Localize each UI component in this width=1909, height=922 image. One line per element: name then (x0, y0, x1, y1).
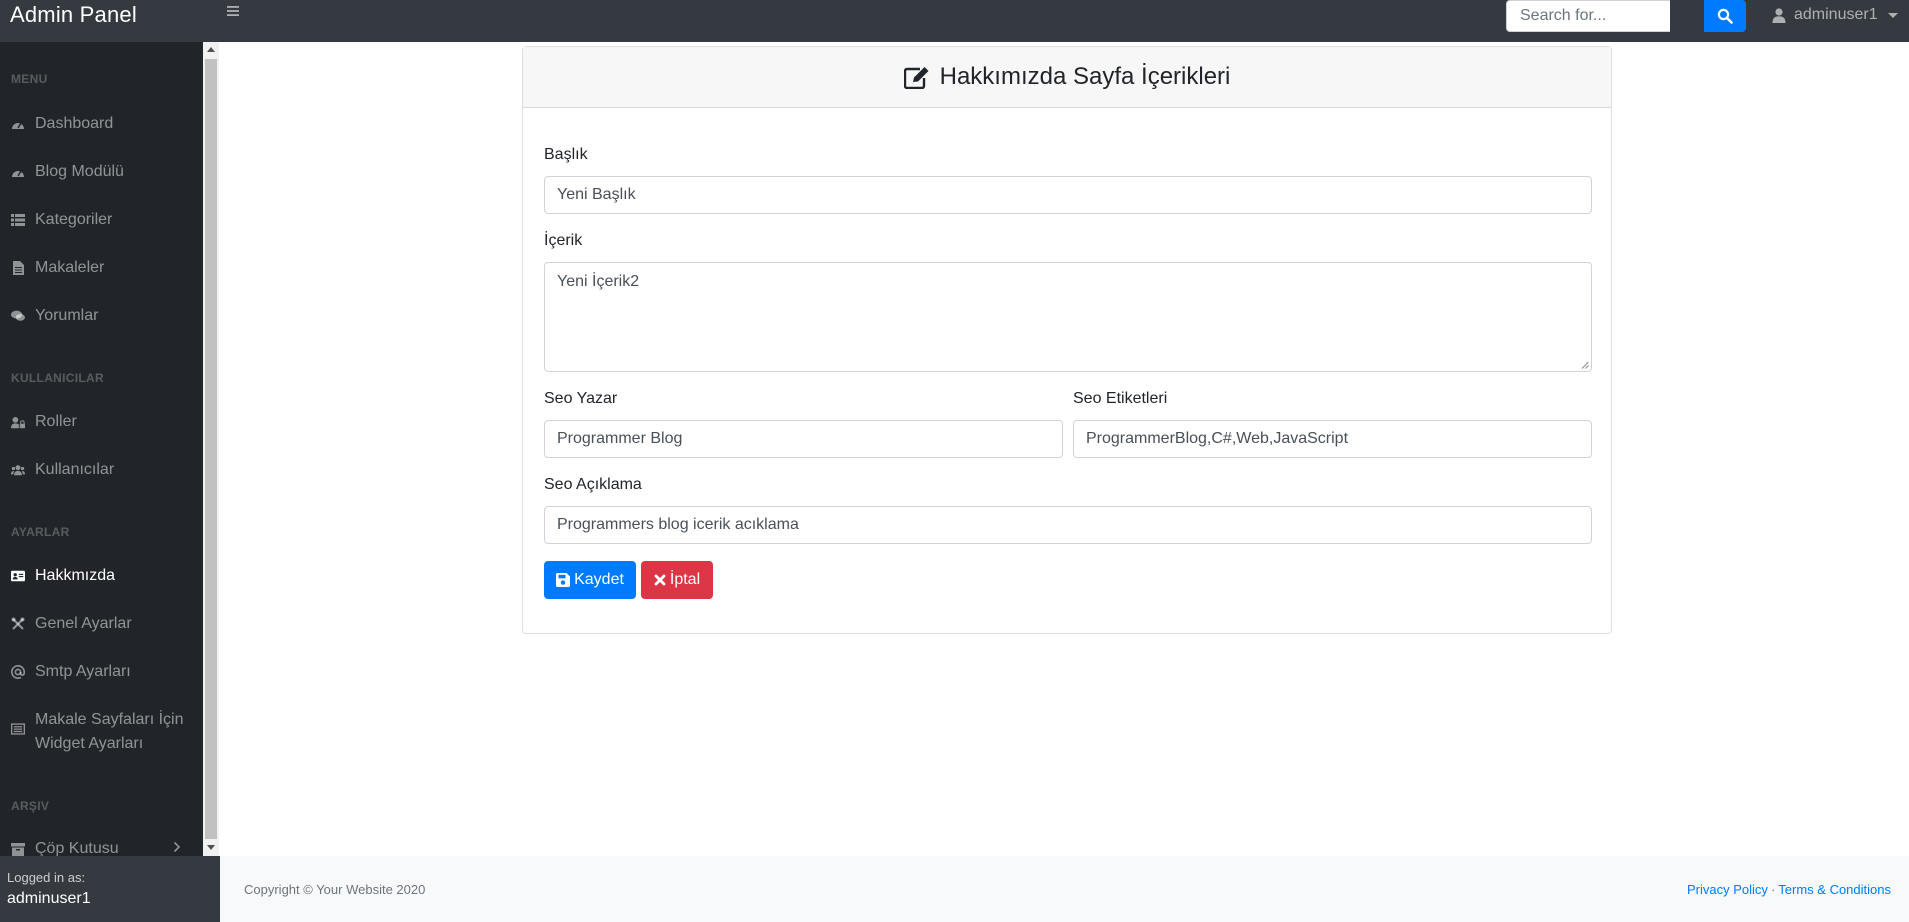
sidebar-item-roller[interactable]: Roller (11, 413, 191, 431)
sidebar-item-label: Kategoriler (35, 211, 113, 228)
user-lock-icon (11, 415, 25, 429)
close-icon (654, 574, 666, 586)
logged-in-username: adminuser1 (7, 890, 91, 907)
sidebar-heading-menu: MENU (11, 72, 48, 86)
sidebar-item-label: Dashboard (35, 115, 114, 132)
user-dropdown[interactable]: adminuser1 (1772, 0, 1898, 30)
baslik-label: Başlık (544, 146, 588, 163)
search-input[interactable] (1506, 0, 1670, 32)
seo-etiketleri-label: Seo Etiketleri (1073, 390, 1168, 407)
icerik-textarea[interactable]: Yeni İçerik2 (544, 262, 1592, 372)
sidebar-item-kategoriler[interactable]: Kategoriler (11, 211, 191, 229)
sidebar-item-label: Makale Sayfaları İçin Widget Ayarları (35, 708, 184, 756)
sidebar-item-yorumlar[interactable]: Yorumlar (11, 307, 191, 325)
icerik-label: İçerik (544, 232, 583, 249)
scrollbar-thumb[interactable] (205, 59, 217, 839)
sidebar-item-makaleler[interactable]: Makaleler (11, 259, 191, 277)
save-button[interactable]: Kaydet (544, 561, 636, 599)
sidebar-item-smtp-ayarlari[interactable]: Smtp Ayarları (11, 663, 191, 681)
scroll-up-icon[interactable] (207, 47, 215, 52)
baslik-input[interactable]: Yeni Başlık (544, 176, 1592, 214)
sidebar: MENU Dashboard Blog Modülü Kategoriler M… (0, 42, 203, 856)
tachometer-icon (11, 117, 25, 131)
users-icon (11, 463, 25, 477)
footer-links: Privacy Policy · Terms & Conditions (1687, 882, 1891, 897)
sidebar-item-label: Hakkmızda (35, 567, 116, 584)
chevron-down-icon (1887, 12, 1898, 18)
id-card-icon (11, 569, 25, 583)
cancel-button-label: İptal (669, 571, 701, 588)
chevron-right-icon (173, 840, 181, 856)
scroll-down-icon[interactable] (207, 845, 215, 850)
icerik-textarea-value: Yeni İçerik2 (557, 273, 640, 290)
file-icon (11, 261, 25, 275)
privacy-policy-link[interactable]: Privacy Policy (1687, 882, 1768, 897)
save-button-label: Kaydet (574, 571, 624, 588)
sidebar-item-label: Smtp Ayarları (35, 663, 131, 680)
sidebar-item-label-line2: Widget Ayarları (35, 735, 144, 752)
search-button[interactable] (1704, 0, 1746, 32)
seo-etiketleri-input-value: ProgrammerBlog,C#,Web,JavaScript (1086, 430, 1349, 447)
sidebar-item-label: Makaleler (35, 259, 105, 276)
seo-yazar-input[interactable]: Programmer Blog (544, 420, 1063, 458)
save-icon (556, 573, 571, 587)
seo-etiketleri-input[interactable]: ProgrammerBlog,C#,Web,JavaScript (1073, 420, 1592, 458)
sidebar-item-blog-modulu[interactable]: Blog Modülü (11, 163, 191, 181)
footer-separator: · (1770, 882, 1776, 897)
resize-handle-icon[interactable] (1581, 361, 1589, 369)
terms-conditions-link[interactable]: Terms & Conditions (1778, 882, 1891, 897)
cancel-button[interactable]: İptal (641, 561, 713, 599)
sidebar-scrollbar[interactable] (203, 42, 219, 856)
seo-yazar-label: Seo Yazar (544, 390, 618, 407)
sidebar-item-label: Yorumlar (35, 307, 99, 324)
sidebar-item-cop-kutusu[interactable]: Çöp Kutusu (11, 840, 191, 856)
seo-yazar-input-value: Programmer Blog (557, 430, 683, 447)
about-content-card: Hakkımızda Sayfa İçerikleri Başlık Yeni … (522, 46, 1612, 634)
brand-title[interactable]: Admin Panel (10, 0, 137, 30)
sidebar-item-label: Blog Modülü (35, 163, 124, 180)
seo-aciklama-input[interactable]: Programmers blog icerik acıklama (544, 506, 1592, 544)
username-label: adminuser1 (1794, 6, 1878, 23)
sidebar-item-label: Genel Ayarlar (35, 615, 132, 632)
sidebar-item-label: Kullanıcılar (35, 461, 115, 478)
at-icon (11, 665, 25, 679)
seo-aciklama-label: Seo Açıklama (544, 476, 642, 493)
sidebar-item-genel-ayarlar[interactable]: Genel Ayarlar (11, 615, 191, 633)
sidebar-item-label: Çöp Kutusu (35, 840, 119, 856)
sidebar-heading-kullanicilar: KULLANICILAR (11, 371, 104, 385)
logged-in-label: Logged in as: (7, 870, 86, 885)
tachometer-icon (11, 165, 25, 179)
sidebar-item-dashboard[interactable]: Dashboard (11, 115, 191, 133)
sidebar-heading-arsiv: ARŞIV (11, 799, 50, 813)
sidebar-footer: Logged in as: adminuser1 (0, 856, 220, 922)
sidebar-item-label: Roller (35, 413, 77, 430)
copyright-text: Copyright © Your Website 2020 (244, 882, 426, 897)
edit-icon (903, 66, 929, 89)
baslik-input-value: Yeni Başlık (557, 186, 636, 203)
tools-icon (11, 617, 25, 631)
card-title-text: Hakkımızda Sayfa İçerikleri (939, 63, 1231, 90)
sidebar-item-label-line1: Makale Sayfaları İçin (35, 711, 184, 728)
list-icon (11, 213, 25, 227)
card-header: Hakkımızda Sayfa İçerikleri (523, 47, 1611, 108)
seo-aciklama-input-value: Programmers blog icerik acıklama (557, 516, 799, 533)
sidebar-item-widget-ayarlari[interactable]: Makale Sayfaları İçin Widget Ayarları (11, 708, 191, 756)
comments-icon (11, 309, 25, 323)
user-icon (1772, 7, 1786, 23)
page-title: Hakkımızda Sayfa İçerikleri (903, 63, 1231, 91)
page-footer: Copyright © Your Website 2020 Privacy Po… (220, 856, 1909, 922)
sidebar-toggle-icon[interactable] (226, 4, 244, 24)
sidebar-item-hakkimizda[interactable]: Hakkmızda (11, 567, 191, 585)
newspaper-icon (11, 722, 25, 736)
search-icon (1717, 8, 1733, 24)
sidebar-heading-ayarlar: AYARLAR (11, 525, 70, 539)
top-navbar: Admin Panel adminuser1 (0, 0, 1909, 42)
sidebar-item-kullanicilar[interactable]: Kullanıcılar (11, 461, 191, 479)
archive-icon (11, 842, 25, 856)
